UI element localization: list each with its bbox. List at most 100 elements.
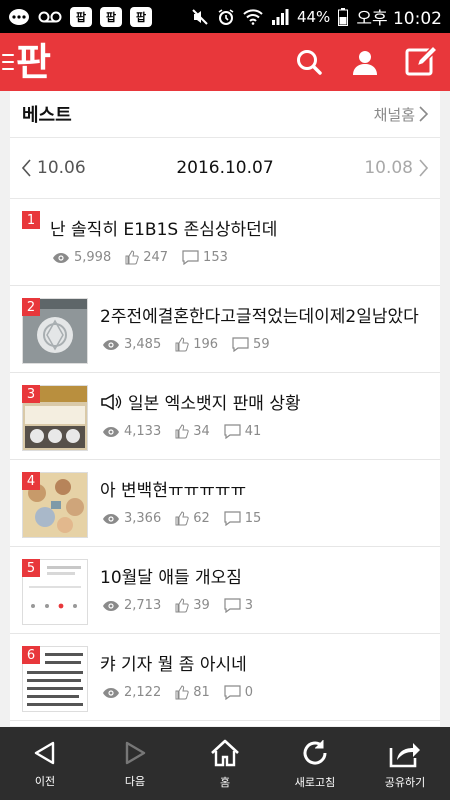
menu-icon[interactable] — [2, 54, 14, 70]
post-title[interactable]: 10월달 애들 개오짐 — [100, 563, 242, 588]
brand[interactable]: 판 — [0, 43, 52, 81]
eye-icon — [53, 252, 69, 263]
post-title[interactable]: 캬 기자 뭘 좀 아시네 — [100, 650, 247, 675]
post-item[interactable]: 1 난 솔직히 E1B1S 존심상하던데 5,998 247 153 — [10, 199, 440, 286]
post-item[interactable]: 4 아 변백현ㅠㅠㅠㅠㅠ 3,366 62 15 — [10, 460, 440, 547]
post-title: 일본 엑소뱃지 판매 상황 — [128, 394, 301, 414]
bottom-navigation: 이전 다음 홈 새로고침 공유하기 — [0, 727, 450, 800]
share-icon — [389, 742, 420, 767]
search-button[interactable] — [292, 45, 326, 79]
share-label: 공유하기 — [384, 775, 426, 789]
prev-date-button[interactable]: 10.06 — [22, 158, 86, 178]
next-date-label: 10.08 — [364, 158, 413, 178]
current-date: 2016.10.07 — [176, 158, 274, 178]
wifi-icon — [243, 8, 263, 25]
write-button[interactable] — [404, 45, 438, 79]
refresh-icon — [303, 739, 327, 765]
comment-icon — [224, 511, 241, 526]
view-count: 2,122 — [102, 685, 161, 700]
view-count: 4,133 — [102, 424, 161, 439]
rank-badge: 4 — [22, 472, 40, 490]
rank-badge: 2 — [22, 298, 40, 316]
comment-count-value: 0 — [244, 685, 254, 700]
comment-count: 0 — [224, 685, 253, 700]
search-icon — [297, 50, 322, 75]
clock: 오후 10:02 — [356, 9, 442, 29]
chevron-right-icon — [419, 106, 428, 122]
section-title: 베스트 — [22, 105, 72, 126]
refresh-label: 새로고침 — [294, 775, 336, 789]
post-title[interactable]: 아 변백현ㅠㅠㅠㅠㅠ — [100, 476, 246, 501]
rank-badge: 6 — [22, 646, 40, 664]
like-count-value: 81 — [193, 685, 210, 700]
thumbs-up-icon — [175, 685, 189, 700]
share-button[interactable]: 공유하기 — [360, 738, 450, 790]
eye-icon — [103, 600, 119, 611]
eye-icon — [103, 426, 119, 437]
comment-count: 59 — [232, 337, 270, 352]
like-count: 81 — [175, 685, 210, 700]
like-count-value: 34 — [193, 424, 210, 439]
post-title[interactable]: 난 솔직히 E1B1S 존심상하던데 — [50, 215, 277, 240]
like-count: 34 — [175, 424, 210, 439]
date-navigation: 10.06 2016.10.07 10.08 — [10, 138, 440, 199]
comment-count: 15 — [224, 511, 262, 526]
post-item[interactable]: 2 2주전에결혼한다고글적었는데이제2일남았다 3,485 196 59 — [10, 286, 440, 373]
megaphone-icon — [101, 393, 122, 410]
view-count-value: 4,133 — [124, 424, 162, 439]
post-item[interactable]: 3 일본 엑소뱃지 판매 상황 4,133 34 41 — [10, 373, 440, 460]
channel-home-label: 채널홈 — [373, 105, 415, 124]
comment-count: 41 — [224, 424, 261, 439]
post-stats: 5,998 247 153 — [52, 250, 228, 265]
post-item[interactable]: 6 캬 기자 뭘 좀 아시네 2,122 81 0 — [10, 634, 440, 721]
forward-button[interactable]: 다음 — [90, 739, 180, 789]
comment-icon — [224, 598, 241, 613]
signal-icon — [271, 8, 289, 25]
voicemail-icon — [38, 11, 62, 22]
view-count: 2,713 — [102, 598, 161, 613]
post-stats: 2,713 39 3 — [102, 598, 253, 613]
home-icon — [211, 739, 239, 766]
chevron-left-icon — [22, 159, 31, 177]
next-date-button[interactable]: 10.08 — [364, 158, 428, 178]
like-count: 196 — [175, 337, 218, 352]
view-count: 3,366 — [102, 511, 161, 526]
eye-icon — [103, 513, 119, 524]
profile-button[interactable] — [348, 45, 382, 79]
comment-icon — [224, 424, 241, 439]
home-button[interactable]: 홈 — [180, 738, 270, 790]
back-icon — [34, 741, 55, 764]
edit-icon — [405, 46, 437, 76]
app-notification-icon: 팝 — [70, 6, 92, 27]
post-stats: 2,122 81 0 — [102, 685, 253, 700]
post-title-row[interactable]: 일본 엑소뱃지 판매 상황 — [100, 389, 301, 414]
view-count-value: 2,713 — [124, 598, 162, 613]
comment-count-value: 59 — [253, 337, 270, 352]
back-label: 이전 — [34, 774, 56, 788]
view-count: 5,998 — [52, 250, 111, 265]
battery-icon — [338, 7, 349, 26]
status-left: 팝 팝 팝 — [8, 6, 152, 27]
back-button[interactable]: 이전 — [0, 739, 90, 789]
logo[interactable]: 판 — [16, 43, 52, 81]
prev-date-label: 10.06 — [37, 158, 86, 178]
user-icon — [353, 51, 377, 75]
eye-icon — [103, 339, 119, 350]
like-count: 62 — [175, 511, 210, 526]
view-count: 3,485 — [102, 337, 161, 352]
chevron-right-icon — [419, 159, 428, 177]
comment-count: 153 — [182, 250, 228, 265]
comment-count-value: 15 — [244, 511, 262, 526]
thumbs-up-icon — [125, 250, 139, 265]
comment-icon — [232, 337, 249, 352]
eye-icon — [103, 687, 119, 698]
post-item[interactable]: 5 10월달 애들 개오짐 2,713 39 3 — [10, 547, 440, 634]
rank-badge: 3 — [22, 385, 40, 403]
post-title[interactable]: 2주전에결혼한다고글적었는데이제2일남았다 — [100, 302, 419, 327]
status-right: 44% 오후 10:02 — [191, 4, 442, 29]
like-count: 247 — [125, 250, 168, 265]
channel-home-link[interactable]: 채널홈 — [374, 104, 428, 125]
refresh-button[interactable]: 새로고침 — [270, 738, 360, 790]
like-count-value: 62 — [193, 511, 210, 526]
alarm-icon — [218, 8, 234, 25]
